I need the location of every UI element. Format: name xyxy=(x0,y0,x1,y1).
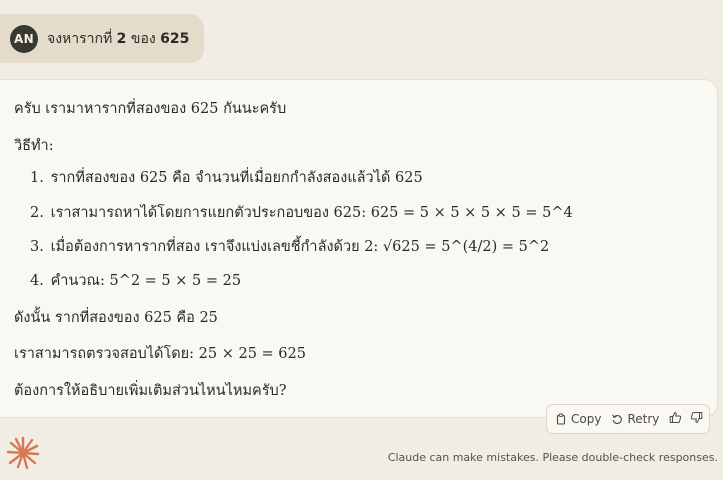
thumbs-down-button[interactable] xyxy=(690,411,703,427)
step-text: คำนวณ: 5^2 = 5 × 5 = 25 xyxy=(50,273,242,289)
retry-icon xyxy=(611,413,623,425)
method-heading: วิธีทำ: xyxy=(14,138,54,154)
list-item: 2. เราสามารถหาได้โดยการแยกตัวประกอบของ 6… xyxy=(30,201,573,224)
step-number: 3. xyxy=(30,239,44,255)
response-intro: ครับ เรามาหารากที่สองของ 625 กันนะครับ xyxy=(14,101,287,117)
user-message-number: 2 xyxy=(116,30,127,47)
retry-label: Retry xyxy=(627,412,660,426)
thumbs-up-button[interactable] xyxy=(669,411,682,427)
step-number: 2. xyxy=(30,205,44,221)
claude-logo-icon xyxy=(6,436,40,470)
step-number: 1. xyxy=(30,170,44,186)
step-text: เราสามารถหาได้โดยการแยกตัวประกอบของ 625:… xyxy=(50,205,573,221)
copy-button[interactable]: Copy xyxy=(555,412,601,426)
message-action-bar: Copy Retry xyxy=(546,404,710,434)
response-conclusion: ดังนั้น รากที่สองของ 625 คือ 25 xyxy=(14,310,218,326)
step-number: 4. xyxy=(30,273,44,289)
user-message-value: 625 xyxy=(160,30,190,47)
list-item: 4. คำนวณ: 5^2 = 5 × 5 = 25 xyxy=(30,269,241,292)
thumbs-up-icon xyxy=(669,411,682,427)
step-text: รากที่สองของ 625 คือ จำนวนที่เมื่อยกกำลั… xyxy=(50,170,423,186)
response-closing: ต้องการให้อธิบายเพิ่มเติมส่วนไหนไหมครับ? xyxy=(14,383,287,399)
response-verification: เราสามารถตรวจสอบได้โดย: 25 × 25 = 625 xyxy=(14,346,306,362)
step-text: เมื่อต้องการหารากที่สอง เราจึงแบ่งเลขชี้… xyxy=(50,239,550,255)
user-message-bubble: AN จงหารากที่ 2 ของ 625 xyxy=(0,14,204,63)
disclaimer-text: Claude can make mistakes. Please double-… xyxy=(387,451,718,464)
user-message-middle: ของ xyxy=(126,30,161,47)
list-item: 1. รากที่สองของ 625 คือ จำนวนที่เมื่อยกก… xyxy=(30,166,423,189)
user-message-prefix: จงหารากที่ xyxy=(47,30,117,47)
list-item: 3. เมื่อต้องการหารากที่สอง เราจึงแบ่งเลข… xyxy=(30,235,549,258)
user-avatar[interactable]: AN xyxy=(10,24,38,53)
retry-button[interactable]: Retry xyxy=(611,412,659,426)
copy-label: Copy xyxy=(571,412,602,426)
copy-icon xyxy=(555,413,567,425)
user-message-text: จงหารากที่ 2 ของ 625 xyxy=(47,28,189,50)
thumbs-down-icon xyxy=(690,411,703,427)
